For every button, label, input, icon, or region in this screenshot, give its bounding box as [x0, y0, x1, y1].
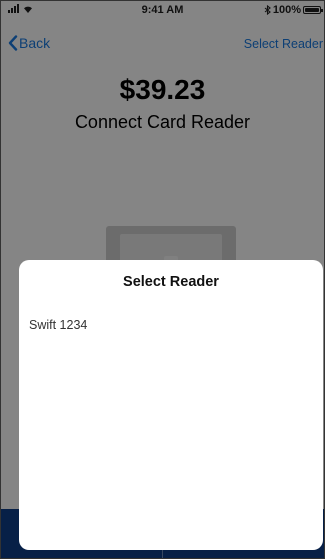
reader-list-item[interactable]: Swift 1234 [29, 316, 87, 334]
phone-screen: 9:41 AM 100% Back Select Reader $39.23 C… [0, 0, 325, 559]
sheet-title: Select Reader [123, 274, 219, 290]
select-reader-sheet: Select Reader Swift 1234 [19, 260, 323, 550]
